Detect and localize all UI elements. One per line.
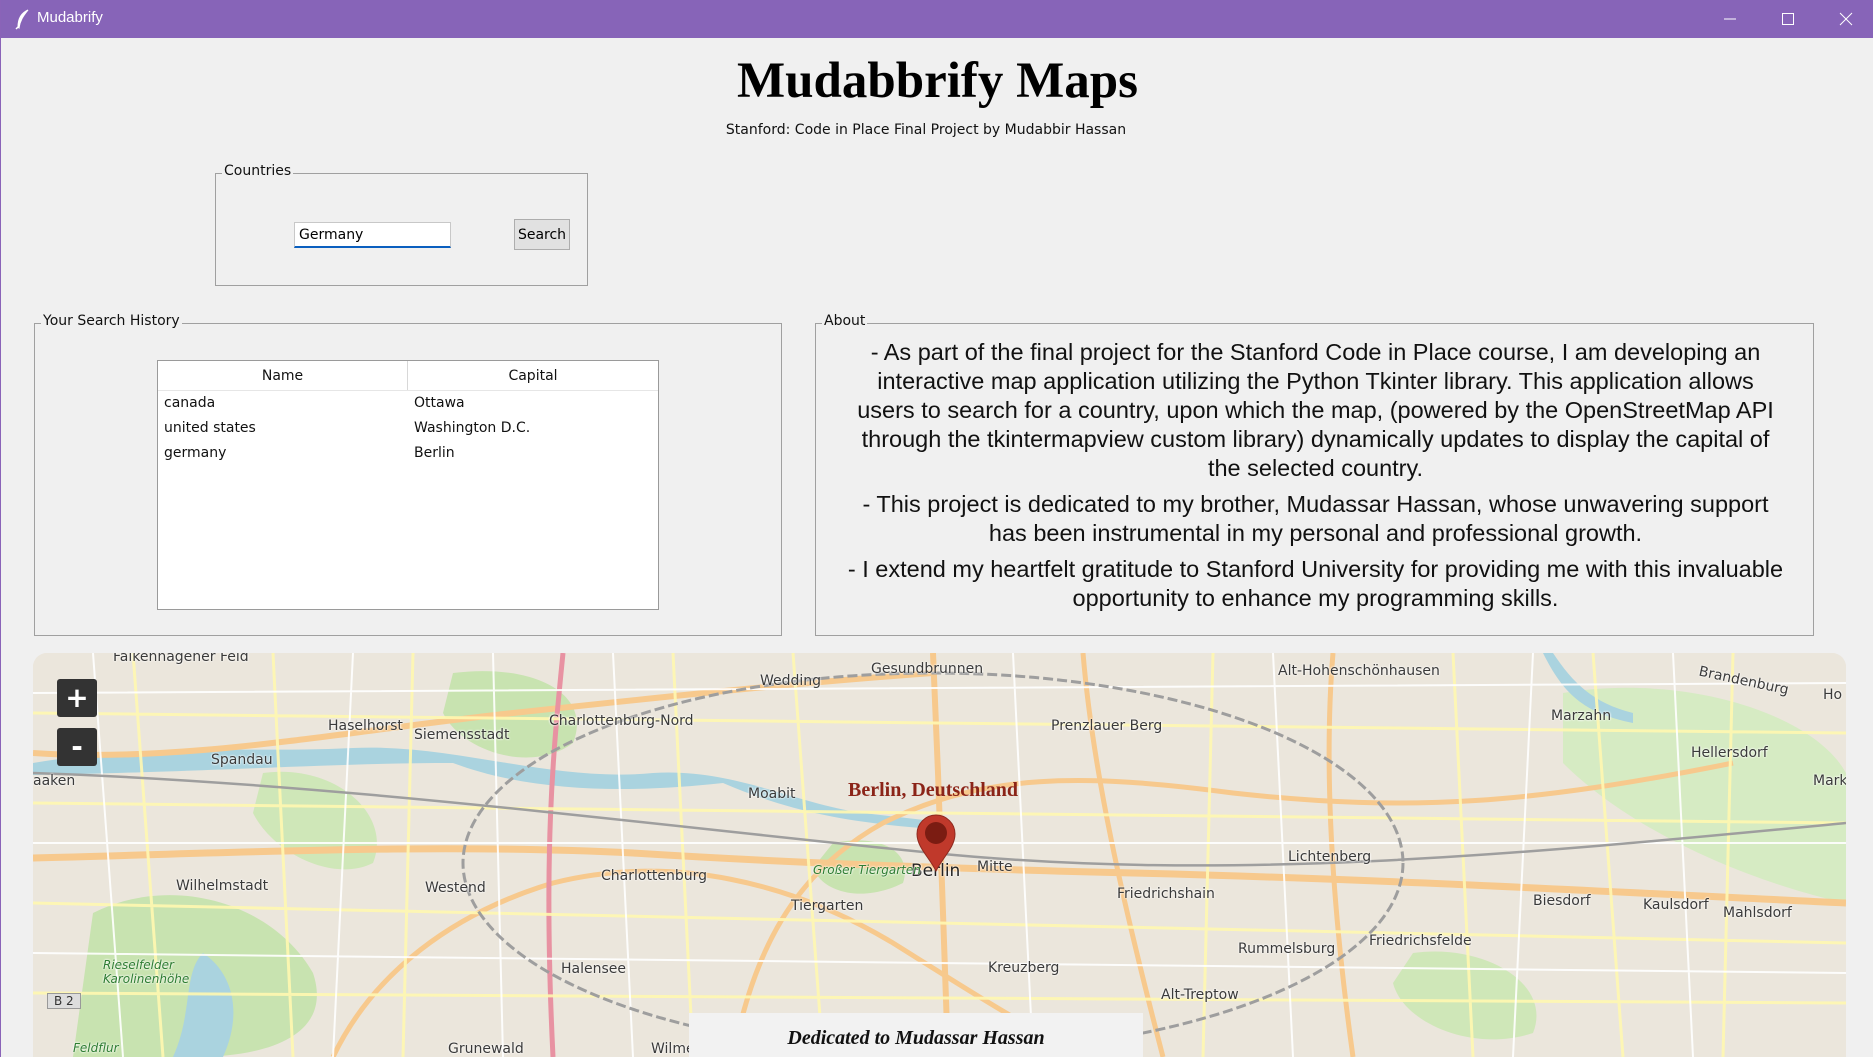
map-place-label: Moabit xyxy=(748,786,796,802)
map-place-label: Haselhorst xyxy=(328,718,403,734)
map-place-label: Gesundbrunnen xyxy=(871,661,984,677)
map-place-label: aaken xyxy=(33,773,76,789)
search-history-table[interactable]: Name Capital canada Ottawa united states… xyxy=(157,360,659,610)
map-place-label: Friedrichsfelde xyxy=(1369,933,1472,949)
maximize-icon xyxy=(1782,13,1794,25)
map-place-label: Westend xyxy=(425,880,486,896)
about-paragraph: - I extend my heartfelt gratitude to Sta… xyxy=(847,556,1784,611)
dedication-banner: Dedicated to Mudassar Hassan xyxy=(689,1013,1143,1057)
maximize-button[interactable] xyxy=(1759,0,1817,38)
row-capital-cell: Berlin xyxy=(414,445,455,461)
country-search-input[interactable] xyxy=(294,222,451,248)
table-row[interactable]: canada Ottawa xyxy=(158,391,658,416)
map-place-label: Halensee xyxy=(561,961,627,977)
marker-label: Berlin, Deutschland xyxy=(848,779,1019,801)
row-capital-cell: Washington D.C. xyxy=(414,420,531,436)
map-place-label: Feldflur xyxy=(73,1041,119,1055)
map-place-label: Lichtenberg xyxy=(1288,849,1372,865)
about-text: - As part of the final project for the S… xyxy=(816,338,1815,620)
row-name-cell: canada xyxy=(164,395,216,411)
map-place-label: Marki xyxy=(1813,773,1846,789)
zoom-in-button[interactable]: + xyxy=(57,679,97,717)
map-place-label: Grunewald xyxy=(448,1041,524,1057)
feather-icon xyxy=(15,9,29,30)
table-row[interactable]: united states Washington D.C. xyxy=(158,416,658,441)
map-place-label: Alt-Treptow xyxy=(1161,987,1239,1003)
map-place-label: Biesdorf xyxy=(1533,893,1591,909)
title-bar[interactable]: Mudabrify xyxy=(1,0,1873,38)
column-header-name[interactable]: Name xyxy=(158,361,408,390)
countries-legend: Countries xyxy=(222,163,294,179)
about-groupbox: About - As part of the final project for… xyxy=(815,313,1815,636)
page-title: Mudabbrify Maps xyxy=(737,53,1138,109)
map-place-label: Wedding xyxy=(760,673,822,689)
map-place-label: Friedrichshain xyxy=(1117,886,1215,902)
map-place-label: Prenzlauer Berg xyxy=(1051,718,1163,734)
about-legend: About xyxy=(822,313,868,329)
table-header: Name Capital xyxy=(158,361,658,391)
map-place-label: Mahlsdorf xyxy=(1723,905,1792,921)
column-header-capital[interactable]: Capital xyxy=(408,361,658,390)
row-name-cell: germany xyxy=(164,445,227,461)
map-pin-icon[interactable] xyxy=(915,813,957,873)
minimize-icon xyxy=(1724,18,1736,20)
map-place-label: Tiergarten xyxy=(791,898,864,914)
map-place-label: Siemensstadt xyxy=(414,727,510,743)
countries-groupbox: Countries Search xyxy=(215,163,588,286)
map-place-label: Marzahn xyxy=(1551,708,1612,724)
map-place-label: Kreuzberg xyxy=(988,960,1060,976)
map-place-label: Mitte xyxy=(977,859,1013,875)
map-view[interactable]: + - Falkenhagener Feld Spandau Haselhors… xyxy=(33,653,1846,1057)
map-place-label: Hellersdorf xyxy=(1691,745,1768,761)
search-history-groupbox: Your Search History Name Capital canada … xyxy=(34,313,782,636)
road-number-badge: B 2 xyxy=(47,993,81,1009)
map-place-label: Falkenhagener Feld xyxy=(113,653,249,665)
map-place-label: Alt-Hohenschönhausen xyxy=(1278,663,1440,679)
map-place-label: Kaulsdorf xyxy=(1643,897,1709,913)
map-place-label: Rummelsburg xyxy=(1238,941,1336,957)
map-place-label: Spandau xyxy=(211,752,273,768)
search-history-legend: Your Search History xyxy=(41,313,182,329)
dedication-text: Dedicated to Mudassar Hassan xyxy=(787,1027,1045,1049)
row-capital-cell: Ottawa xyxy=(414,395,465,411)
window-title: Mudabrify xyxy=(37,9,103,26)
zoom-out-button[interactable]: - xyxy=(57,728,97,766)
app-window: Mudabrify Mudabbrify Maps Stanford: Code… xyxy=(0,0,1873,1057)
table-row[interactable]: germany Berlin xyxy=(158,441,658,466)
minimize-button[interactable] xyxy=(1701,0,1759,38)
search-button[interactable]: Search xyxy=(514,219,570,250)
map-place-label: Charlottenburg-Nord xyxy=(549,713,694,729)
map-place-label: Großer Tiergarten xyxy=(813,863,921,877)
close-icon xyxy=(1839,12,1853,26)
map-place-label: Rieselfelder Karolinenhöhe xyxy=(103,958,190,986)
map-place-label: Charlottenburg xyxy=(601,868,708,884)
page-subtitle: Stanford: Code in Place Final Project by… xyxy=(725,122,1127,138)
map-place-label: Ho xyxy=(1823,687,1843,703)
row-name-cell: united states xyxy=(164,420,256,436)
map-place-label: Wilhelmstadt xyxy=(176,878,269,894)
close-button[interactable] xyxy=(1817,0,1873,38)
about-paragraph: - This project is dedicated to my brothe… xyxy=(862,491,1769,546)
about-paragraph: - As part of the final project for the S… xyxy=(857,339,1774,481)
